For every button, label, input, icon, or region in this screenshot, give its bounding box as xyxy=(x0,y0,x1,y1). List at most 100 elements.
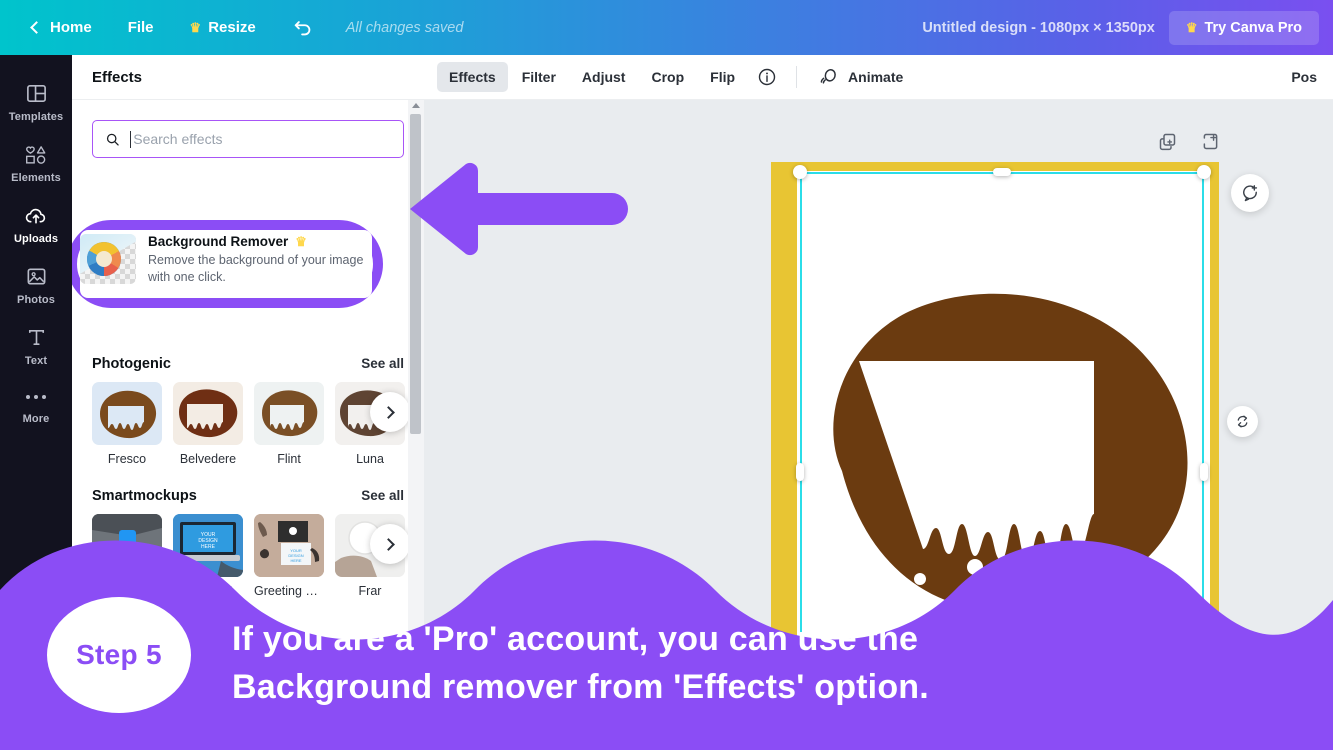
position-button[interactable]: Pos xyxy=(1281,62,1327,92)
background-remover-text: Background Remover ♛ Remove the backgrou… xyxy=(148,234,372,286)
save-status-text: All changes saved xyxy=(345,19,464,36)
effect-label: Fresco xyxy=(107,452,147,466)
background-remover-item[interactable]: Background Remover ♛ Remove the backgrou… xyxy=(80,230,372,298)
home-button[interactable]: Home xyxy=(14,11,110,44)
chevron-right-icon xyxy=(382,405,395,419)
more-dots-icon xyxy=(26,387,46,407)
search-icon xyxy=(106,133,119,146)
tab-crop[interactable]: Crop xyxy=(639,62,696,92)
background-remover-title: Background Remover xyxy=(148,234,289,249)
elements-icon xyxy=(26,146,46,164)
header-right-group: Untitled design - 1080px × 1350px ♛ Try … xyxy=(922,10,1333,45)
animate-button[interactable]: Animate xyxy=(808,60,913,95)
sidebar-item-label: Uploads xyxy=(13,233,59,245)
effect-label: Belvedere xyxy=(179,452,237,466)
sidebar-item-uploads[interactable]: Uploads xyxy=(0,193,72,254)
try-canva-pro-button[interactable]: ♛ Try Canva Pro xyxy=(1168,10,1319,45)
effect-thumb-fresco[interactable]: Fresco xyxy=(92,382,162,466)
mockup-thumb-phone-2[interactable]: Phone 2 xyxy=(92,514,162,598)
section-title: Smartmockups xyxy=(92,488,197,504)
crown-icon: ♛ xyxy=(1185,20,1198,35)
tab-effects[interactable]: Effects xyxy=(437,62,508,92)
photogenic-thumb-row: Fresco Belvedere Flint Luna xyxy=(92,382,410,466)
background-remover-title-row: Background Remover ♛ xyxy=(148,234,372,249)
greeting-card-mockup-preview: YOUR DESIGN HERE xyxy=(254,514,324,577)
phone-mockup-preview xyxy=(92,514,162,577)
chevron-right-icon xyxy=(382,537,395,551)
photos-image-icon xyxy=(27,268,45,285)
try-canva-pro-label: Try Canva Pro xyxy=(1204,19,1302,36)
sidebar-item-elements[interactable]: Elements xyxy=(0,132,72,193)
mockup-thumb-laptop-5[interactable]: YOUR DESIGN HERE Laptop 5 xyxy=(173,514,243,598)
page-tools-group xyxy=(1157,131,1221,157)
smartmockups-thumb-row: Phone 2 YOUR DESIGN HERE Laptop 5 YOUR D… xyxy=(92,514,410,598)
effect-thumb-flint[interactable]: Flint xyxy=(254,382,324,466)
see-all-link[interactable]: See all xyxy=(361,488,404,503)
duplicate-page-button[interactable] xyxy=(1157,131,1178,157)
blob-preview xyxy=(262,390,318,437)
panel-title: Effects xyxy=(72,55,424,100)
file-menu-button[interactable]: File xyxy=(110,11,172,44)
info-button[interactable] xyxy=(749,60,785,94)
sidebar-item-templates[interactable]: Templates xyxy=(0,71,72,132)
see-all-link[interactable]: See all xyxy=(361,356,404,371)
svg-text:HERE: HERE xyxy=(290,558,301,563)
section-header-smartmockups: Smartmockups See all xyxy=(92,488,404,504)
toolbar-right-group: Pos xyxy=(1281,62,1333,92)
uploads-cloud-icon xyxy=(25,208,46,224)
crown-icon: ♛ xyxy=(189,20,202,35)
blob-preview xyxy=(100,390,157,439)
search-input[interactable] xyxy=(133,131,392,147)
step-badge: Step 5 xyxy=(47,597,191,713)
text-caret xyxy=(130,130,132,148)
resize-button[interactable]: ♛ Resize xyxy=(172,11,274,44)
tab-filter[interactable]: Filter xyxy=(510,62,568,92)
tab-adjust[interactable]: Adjust xyxy=(570,62,638,92)
search-effects-field[interactable] xyxy=(92,120,404,158)
effect-thumb-belvedere[interactable]: Belvedere xyxy=(173,382,243,466)
add-comment-button[interactable] xyxy=(1231,174,1269,212)
caption-line-2: Background remover from 'Effects' option… xyxy=(232,668,929,707)
animate-icon xyxy=(820,68,836,84)
effect-preview-image xyxy=(173,382,243,445)
smartmockups-next-button[interactable] xyxy=(370,524,410,564)
tutorial-caption: If you are a 'Pro' account, you can use … xyxy=(232,615,1232,712)
add-comment-icon xyxy=(1243,185,1258,202)
scroll-up-arrow-icon[interactable] xyxy=(412,103,420,108)
sidebar-item-label: More xyxy=(22,413,50,425)
effect-label: Flint xyxy=(277,452,301,466)
mockup-label: Phone 2 xyxy=(103,584,151,598)
beach-ball-transparency-icon xyxy=(80,234,136,284)
step-badge-label: Step 5 xyxy=(76,639,162,670)
sidebar-item-more[interactable]: More xyxy=(0,376,72,434)
caption-line-1: If you are a 'Pro' account, you can use … xyxy=(232,620,919,658)
sidebar-item-label: Templates xyxy=(8,111,64,123)
mockup-preview-image xyxy=(92,514,162,577)
mockup-label: Greeting car... xyxy=(254,584,324,598)
design-title-text[interactable]: Untitled design - 1080px × 1350px xyxy=(922,20,1155,36)
undo-arrow-icon xyxy=(294,20,310,35)
rotate-button[interactable] xyxy=(1227,406,1258,437)
resize-label: Resize xyxy=(208,19,256,36)
tab-flip[interactable]: Flip xyxy=(698,62,747,92)
templates-icon xyxy=(26,85,46,102)
text-t-icon xyxy=(28,329,44,346)
undo-button[interactable] xyxy=(274,9,332,47)
chevron-left-icon xyxy=(30,21,43,34)
photogenic-next-button[interactable] xyxy=(370,392,410,432)
crown-icon: ♛ xyxy=(295,234,307,249)
effect-label: Luna xyxy=(356,452,384,466)
effect-preview-image xyxy=(254,382,324,445)
sidebar-item-photos[interactable]: Photos xyxy=(0,254,72,315)
mockup-thumb-greeting-card[interactable]: YOUR DESIGN HERE Greeting car... xyxy=(254,514,324,598)
section-title: Photogenic xyxy=(92,356,171,372)
mockup-preview-image: YOUR DESIGN HERE xyxy=(173,514,243,577)
header-left-group: Home File ♛ Resize All changes saved xyxy=(0,9,463,47)
sidebar-item-text[interactable]: Text xyxy=(0,315,72,376)
blob-preview xyxy=(179,389,238,438)
mockup-label: Frar xyxy=(358,584,382,598)
duplicate-page-icon xyxy=(1159,133,1176,151)
file-label: File xyxy=(127,19,154,36)
add-page-button[interactable] xyxy=(1200,131,1221,157)
effect-preview-image xyxy=(92,382,162,445)
